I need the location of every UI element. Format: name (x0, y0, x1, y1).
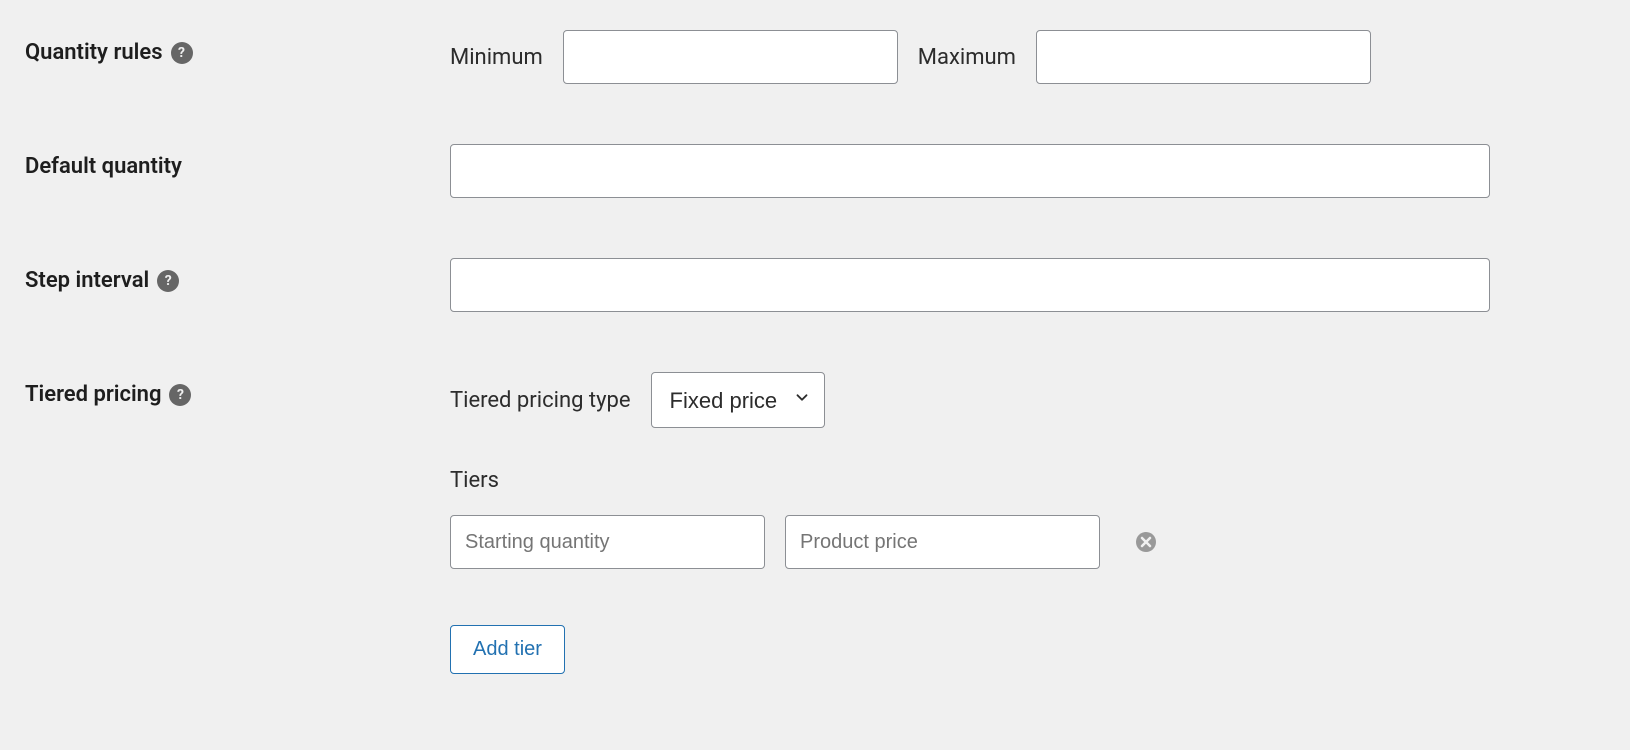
product-price-input[interactable] (785, 515, 1100, 569)
help-icon[interactable]: ? (157, 270, 179, 292)
tiered-pricing-type-select-wrap: Fixed price (651, 372, 825, 428)
add-tier-button[interactable]: Add tier (450, 625, 565, 674)
quantity-rules-controls: Minimum Maximum (450, 30, 1605, 84)
quantity-rules-row: Quantity rules ? Minimum Maximum (25, 30, 1605, 84)
tier-row (450, 515, 1605, 569)
minimum-input[interactable] (563, 30, 898, 84)
starting-quantity-input[interactable] (450, 515, 765, 569)
tiered-pricing-type-label: Tiered pricing type (450, 388, 631, 413)
remove-tier-icon[interactable] (1134, 530, 1158, 554)
min-max-row: Minimum Maximum (450, 30, 1605, 84)
default-quantity-input[interactable] (450, 144, 1490, 198)
step-interval-label-text: Step interval (25, 268, 149, 293)
quantity-rules-label-text: Quantity rules (25, 40, 163, 65)
maximum-label: Maximum (918, 45, 1016, 70)
help-icon[interactable]: ? (169, 384, 191, 406)
tiered-pricing-label-text: Tiered pricing (25, 382, 161, 407)
step-interval-controls (450, 258, 1605, 312)
help-icon[interactable]: ? (171, 42, 193, 64)
tiered-pricing-label: Tiered pricing ? (25, 372, 450, 407)
tiers-header: Tiers (450, 468, 1605, 493)
default-quantity-controls (450, 144, 1605, 198)
default-quantity-label: Default quantity (25, 144, 450, 179)
tiered-pricing-row: Tiered pricing ? Tiered pricing type Fix… (25, 372, 1605, 674)
minimum-label: Minimum (450, 45, 543, 70)
tiered-pricing-type-row: Tiered pricing type Fixed price (450, 372, 1605, 428)
quantity-rules-label: Quantity rules ? (25, 30, 450, 65)
tiered-pricing-controls: Tiered pricing type Fixed price Tiers Ad… (450, 372, 1605, 674)
maximum-input[interactable] (1036, 30, 1371, 84)
step-interval-input[interactable] (450, 258, 1490, 312)
default-quantity-row: Default quantity (25, 144, 1605, 198)
tiered-pricing-type-select[interactable]: Fixed price (651, 372, 825, 428)
step-interval-row: Step interval ? (25, 258, 1605, 312)
default-quantity-label-text: Default quantity (25, 154, 182, 179)
step-interval-label: Step interval ? (25, 258, 450, 293)
